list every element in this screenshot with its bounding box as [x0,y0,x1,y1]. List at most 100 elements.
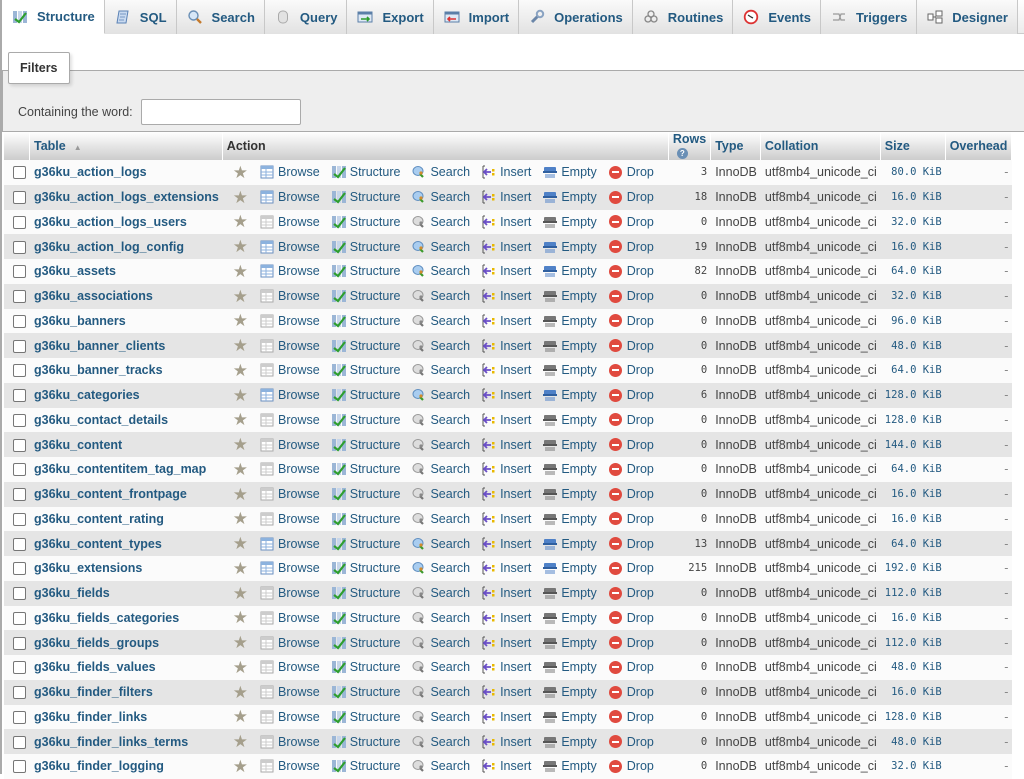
empty-action[interactable]: Empty [542,313,597,329]
drop-action[interactable]: Drop [608,412,654,428]
structure-action[interactable]: Structure [331,263,400,279]
favorite-star-icon[interactable]: ★ [233,486,248,503]
insert-action[interactable]: Insert [481,164,531,180]
row-checkbox[interactable] [13,240,26,254]
search-action[interactable]: Search [411,437,470,453]
table-name-link[interactable]: g36ku_fields [34,586,110,600]
empty-action[interactable]: Empty [542,536,597,552]
drop-action[interactable]: Drop [608,214,654,230]
empty-action[interactable]: Empty [542,560,597,576]
table-size[interactable]: 128.0 KiB [880,704,946,730]
insert-action[interactable]: Insert [481,758,531,774]
drop-action[interactable]: Drop [608,560,654,576]
insert-action[interactable]: Insert [481,437,531,453]
drop-action[interactable]: Drop [608,635,654,651]
table-name-link[interactable]: g36ku_categories [34,388,140,402]
drop-action[interactable]: Drop [608,734,654,750]
browse-action[interactable]: Browse [259,684,320,700]
structure-action[interactable]: Structure [331,313,400,329]
row-checkbox[interactable] [13,636,26,650]
column-header-rows[interactable]: Rows? [668,132,712,160]
drop-action[interactable]: Drop [608,239,654,255]
table-name-link[interactable]: g36ku_banners [34,314,126,328]
row-checkbox[interactable] [13,735,26,749]
structure-action[interactable]: Structure [331,734,400,750]
favorite-star-icon[interactable]: ★ [233,213,248,230]
browse-action[interactable]: Browse [259,486,320,502]
structure-action[interactable]: Structure [331,214,400,230]
tab-export[interactable]: Export [347,0,434,34]
table-name-link[interactable]: g36ku_content_rating [34,512,164,526]
browse-action[interactable]: Browse [259,338,320,354]
search-action[interactable]: Search [411,585,470,601]
browse-action[interactable]: Browse [259,214,320,230]
favorite-star-icon[interactable]: ★ [233,411,248,428]
table-name-link[interactable]: g36ku_action_logs_users [34,215,187,229]
browse-action[interactable]: Browse [259,709,320,725]
table-name-link[interactable]: g36ku_fields_categories [34,611,179,625]
browse-action[interactable]: Browse [259,560,320,576]
table-size[interactable]: 32.0 KiB [880,209,946,235]
insert-action[interactable]: Insert [481,659,531,675]
table-size[interactable]: 128.0 KiB [880,382,946,408]
search-action[interactable]: Search [411,362,470,378]
search-action[interactable]: Search [411,288,470,304]
search-action[interactable]: Search [411,758,470,774]
favorite-star-icon[interactable]: ★ [233,535,248,552]
drop-action[interactable]: Drop [608,758,654,774]
table-size[interactable]: 32.0 KiB [880,754,946,779]
empty-action[interactable]: Empty [542,239,597,255]
drop-action[interactable]: Drop [608,486,654,502]
insert-action[interactable]: Insert [481,214,531,230]
browse-action[interactable]: Browse [259,189,320,205]
tab-import[interactable]: Import [433,0,520,34]
search-action[interactable]: Search [411,214,470,230]
column-header-type[interactable]: Type [711,132,761,160]
browse-action[interactable]: Browse [259,536,320,552]
table-size[interactable]: 16.0 KiB [880,605,946,631]
structure-action[interactable]: Structure [331,288,400,304]
table-name-link[interactable]: g36ku_associations [34,289,153,303]
insert-action[interactable]: Insert [481,684,531,700]
empty-action[interactable]: Empty [542,189,597,205]
search-action[interactable]: Search [411,536,470,552]
search-action[interactable]: Search [411,338,470,354]
insert-action[interactable]: Insert [481,338,531,354]
drop-action[interactable]: Drop [608,288,654,304]
search-action[interactable]: Search [411,263,470,279]
row-checkbox[interactable] [13,710,26,724]
insert-action[interactable]: Insert [481,461,531,477]
drop-action[interactable]: Drop [608,164,654,180]
drop-action[interactable]: Drop [608,189,654,205]
table-name-link[interactable]: g36ku_finder_links_terms [34,735,188,749]
insert-action[interactable]: Insert [481,635,531,651]
row-checkbox[interactable] [13,488,26,502]
insert-action[interactable]: Insert [481,585,531,601]
drop-action[interactable]: Drop [608,437,654,453]
structure-action[interactable]: Structure [331,486,400,502]
insert-action[interactable]: Insert [481,709,531,725]
search-action[interactable]: Search [411,387,470,403]
table-size[interactable]: 48.0 KiB [880,729,946,754]
insert-action[interactable]: Insert [481,263,531,279]
table-size[interactable]: 64.0 KiB [880,531,946,556]
row-checkbox[interactable] [13,166,26,180]
browse-action[interactable]: Browse [259,437,320,453]
insert-action[interactable]: Insert [481,288,531,304]
drop-action[interactable]: Drop [608,461,654,477]
insert-action[interactable]: Insert [481,511,531,527]
favorite-star-icon[interactable]: ★ [233,312,248,329]
tab-triggers[interactable]: Triggers [821,0,918,34]
favorite-star-icon[interactable]: ★ [233,387,248,404]
table-size[interactable]: 16.0 KiB [880,481,946,507]
empty-action[interactable]: Empty [542,412,597,428]
row-checkbox[interactable] [13,537,26,551]
structure-action[interactable]: Structure [331,362,400,378]
browse-action[interactable]: Browse [259,412,320,428]
insert-action[interactable]: Insert [481,560,531,576]
favorite-star-icon[interactable]: ★ [233,337,248,354]
insert-action[interactable]: Insert [481,362,531,378]
table-name-link[interactable]: g36ku_content [34,438,122,452]
favorite-star-icon[interactable]: ★ [233,436,248,453]
structure-action[interactable]: Structure [331,338,400,354]
